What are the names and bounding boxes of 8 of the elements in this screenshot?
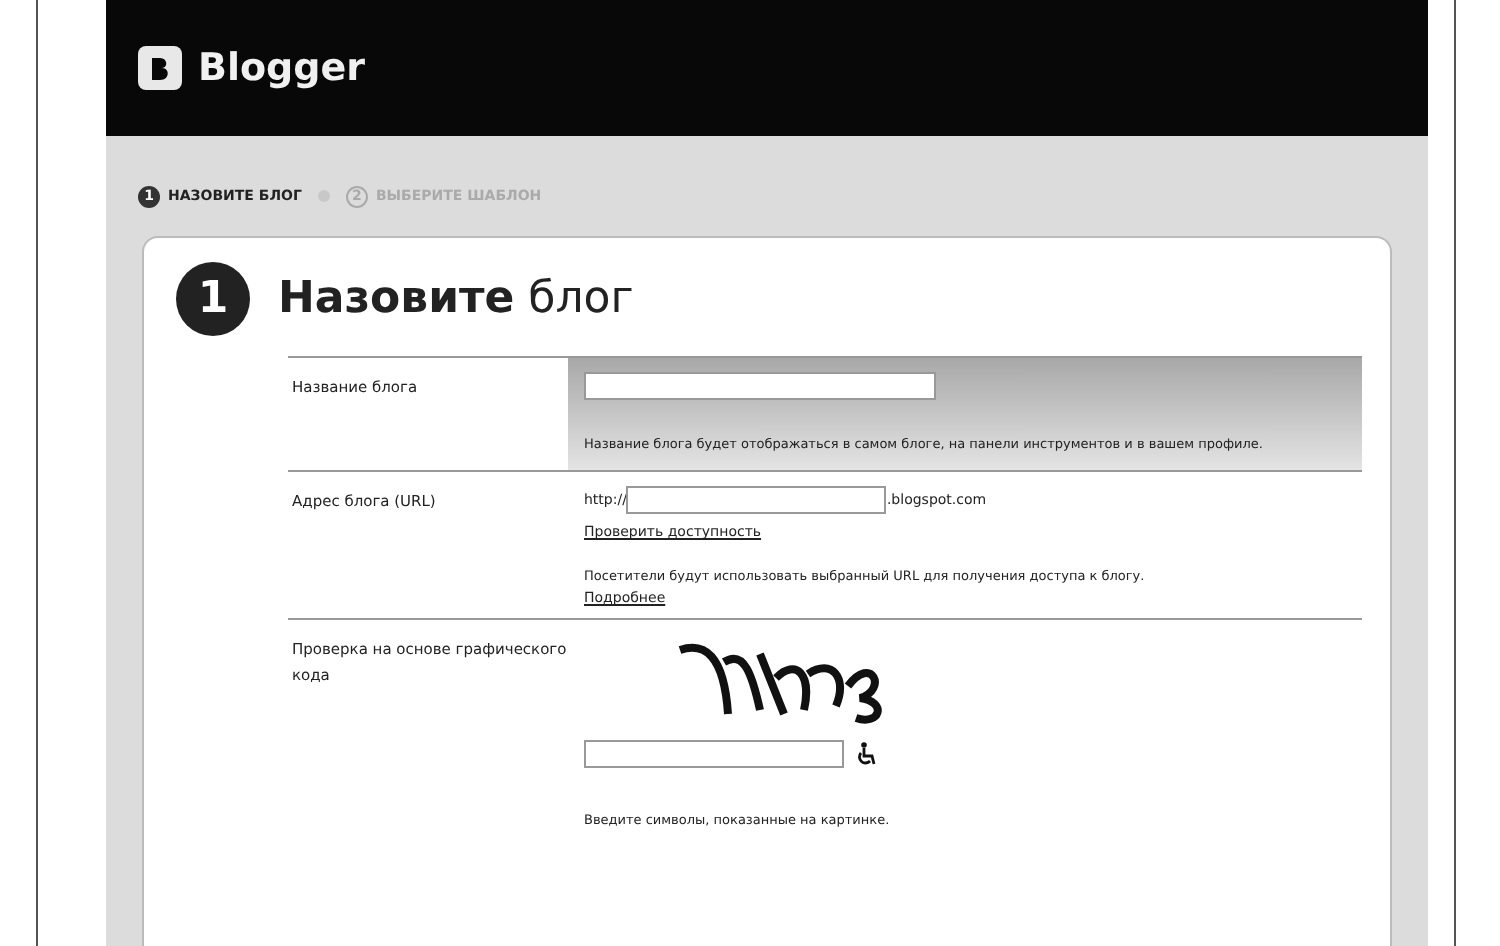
step-number: 1 [176, 262, 250, 336]
logo-icon [138, 46, 182, 90]
captcha-input[interactable] [584, 740, 844, 768]
url-input[interactable] [626, 486, 887, 514]
logo-text: Blogger [198, 46, 366, 90]
accessibility-icon[interactable] [856, 742, 876, 766]
form-title: Назовите блог [278, 274, 634, 324]
blog-name-input[interactable] [584, 372, 936, 400]
